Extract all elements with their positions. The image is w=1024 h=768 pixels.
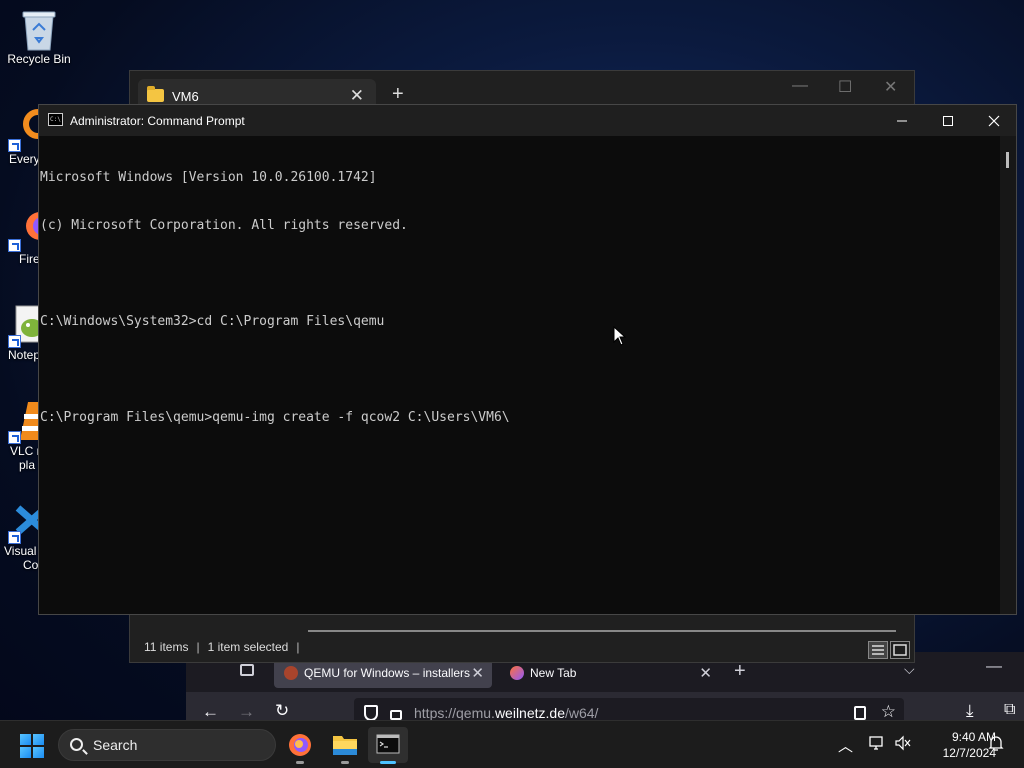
new-tab-button[interactable]: + bbox=[392, 83, 404, 106]
status-item-count: 11 items bbox=[144, 640, 189, 654]
explorer-tab-title: VM6 bbox=[172, 88, 199, 104]
shortcut-arrow-icon bbox=[8, 531, 21, 544]
network-icon[interactable] bbox=[868, 735, 886, 755]
shortcut-arrow-icon bbox=[8, 239, 21, 252]
notification-bell-icon[interactable] bbox=[988, 734, 1004, 756]
close-button[interactable] bbox=[971, 105, 1017, 136]
close-icon[interactable]: ✕ bbox=[699, 664, 712, 682]
search-icon bbox=[70, 738, 83, 751]
url-prefix: https://qemu. bbox=[414, 705, 495, 721]
system-clock[interactable]: 9:40 AM 12/7/2024 bbox=[916, 729, 996, 761]
download-icon[interactable]: ⤓ bbox=[966, 701, 974, 721]
shortcut-arrow-icon bbox=[8, 431, 21, 444]
reload-icon[interactable]: ↻ bbox=[275, 701, 289, 721]
minimize-button[interactable] bbox=[879, 105, 925, 136]
title-bar[interactable]: C:\ Administrator: Command Prompt bbox=[39, 105, 1016, 136]
running-indicator bbox=[341, 761, 349, 764]
bookmark-star-icon[interactable]: ☆ bbox=[881, 702, 896, 722]
terminal-icon: C:\ bbox=[48, 113, 63, 126]
terminal-line: C:\Windows\System32>cd C:\Program Files\… bbox=[40, 314, 385, 329]
taskbar-search-box[interactable]: Search bbox=[58, 729, 276, 761]
url-domain: weilnetz.de bbox=[494, 705, 565, 721]
windows-logo-icon bbox=[33, 734, 44, 745]
desktop-icon-recycle-bin[interactable]: Recycle Bin bbox=[1, 8, 77, 66]
status-bar: 11 items | 1 item selected | bbox=[130, 632, 914, 662]
vertical-scrollbar[interactable] bbox=[1000, 136, 1016, 614]
clock-time: 9:40 AM bbox=[951, 730, 996, 744]
terminal-line: (c) Microsoft Corporation. All rights re… bbox=[40, 218, 408, 233]
windows-logo-icon bbox=[33, 747, 44, 758]
terminal-line: Microsoft Windows [Version 10.0.26100.17… bbox=[40, 170, 377, 185]
minimize-button[interactable]: — bbox=[792, 77, 808, 95]
shortcut-arrow-icon bbox=[8, 335, 21, 348]
tab-overflow-chevron-icon[interactable]: ⌵ bbox=[904, 661, 915, 678]
running-indicator bbox=[296, 761, 304, 764]
taskbar-app-file-explorer[interactable] bbox=[325, 727, 365, 764]
taskbar-app-firefox[interactable] bbox=[280, 727, 320, 764]
forward-arrow-icon[interactable]: → bbox=[238, 702, 255, 722]
maximize-button[interactable]: ☐ bbox=[838, 77, 852, 97]
taskbar-app-command-prompt[interactable] bbox=[368, 727, 408, 764]
reader-view-icon[interactable] bbox=[854, 706, 866, 720]
tab-label: QEMU for Windows – installers bbox=[304, 666, 471, 680]
status-separator: | bbox=[296, 640, 300, 654]
window-title: Administrator: Command Prompt bbox=[70, 113, 245, 128]
tab-list-icon[interactable] bbox=[240, 664, 254, 676]
qemu-favicon-icon bbox=[284, 666, 298, 680]
active-indicator bbox=[380, 761, 396, 764]
tab-label: New Tab bbox=[530, 666, 577, 680]
minimize-button[interactable]: — bbox=[986, 658, 1002, 676]
folder-icon bbox=[333, 736, 357, 755]
chevron-up-icon[interactable]: ︿ bbox=[838, 735, 853, 756]
start-button[interactable] bbox=[20, 734, 44, 758]
close-icon[interactable]: ✕ bbox=[471, 664, 484, 682]
new-tab-button[interactable]: + bbox=[734, 660, 746, 683]
windows-logo-icon bbox=[20, 747, 31, 758]
shield-icon[interactable] bbox=[364, 705, 378, 721]
url-path: /w64/ bbox=[564, 705, 599, 721]
back-arrow-icon[interactable]: ← bbox=[202, 702, 219, 722]
recycle-bin-icon bbox=[19, 8, 59, 51]
close-icon[interactable]: ✕ bbox=[350, 86, 364, 106]
search-placeholder: Search bbox=[93, 737, 138, 753]
windows-logo-icon bbox=[20, 734, 31, 745]
volume-muted-icon[interactable] bbox=[894, 735, 912, 755]
taskbar: Search ︿ 9:40 AM 12/7/2024 bbox=[0, 720, 1024, 768]
firefox-icon bbox=[289, 734, 311, 756]
desktop-icon-label: Recycle Bin bbox=[7, 52, 71, 66]
terminal-output[interactable]: Microsoft Windows [Version 10.0.26100.17… bbox=[39, 136, 1002, 614]
shortcut-arrow-icon bbox=[8, 139, 21, 152]
scrollbar-thumb[interactable] bbox=[1006, 152, 1009, 168]
clock-date: 12/7/2024 bbox=[942, 746, 996, 760]
firefox-favicon-icon bbox=[510, 666, 524, 680]
mouse-cursor-icon bbox=[613, 326, 627, 346]
terminal-input-line[interactable]: C:\Program Files\qemu>qemu-img create -f… bbox=[40, 410, 1002, 426]
extensions-icon[interactable]: ⧉ bbox=[1004, 701, 1015, 719]
folder-icon bbox=[147, 86, 164, 102]
status-selected-count: 1 item selected bbox=[207, 640, 289, 654]
lock-icon[interactable] bbox=[390, 710, 402, 720]
close-button[interactable]: ✕ bbox=[884, 77, 897, 97]
maximize-button[interactable] bbox=[925, 105, 971, 136]
status-separator: | bbox=[196, 640, 200, 654]
command-prompt-window[interactable]: C:\ Administrator: Command Prompt Micros… bbox=[38, 104, 1017, 615]
terminal-icon bbox=[376, 734, 400, 754]
